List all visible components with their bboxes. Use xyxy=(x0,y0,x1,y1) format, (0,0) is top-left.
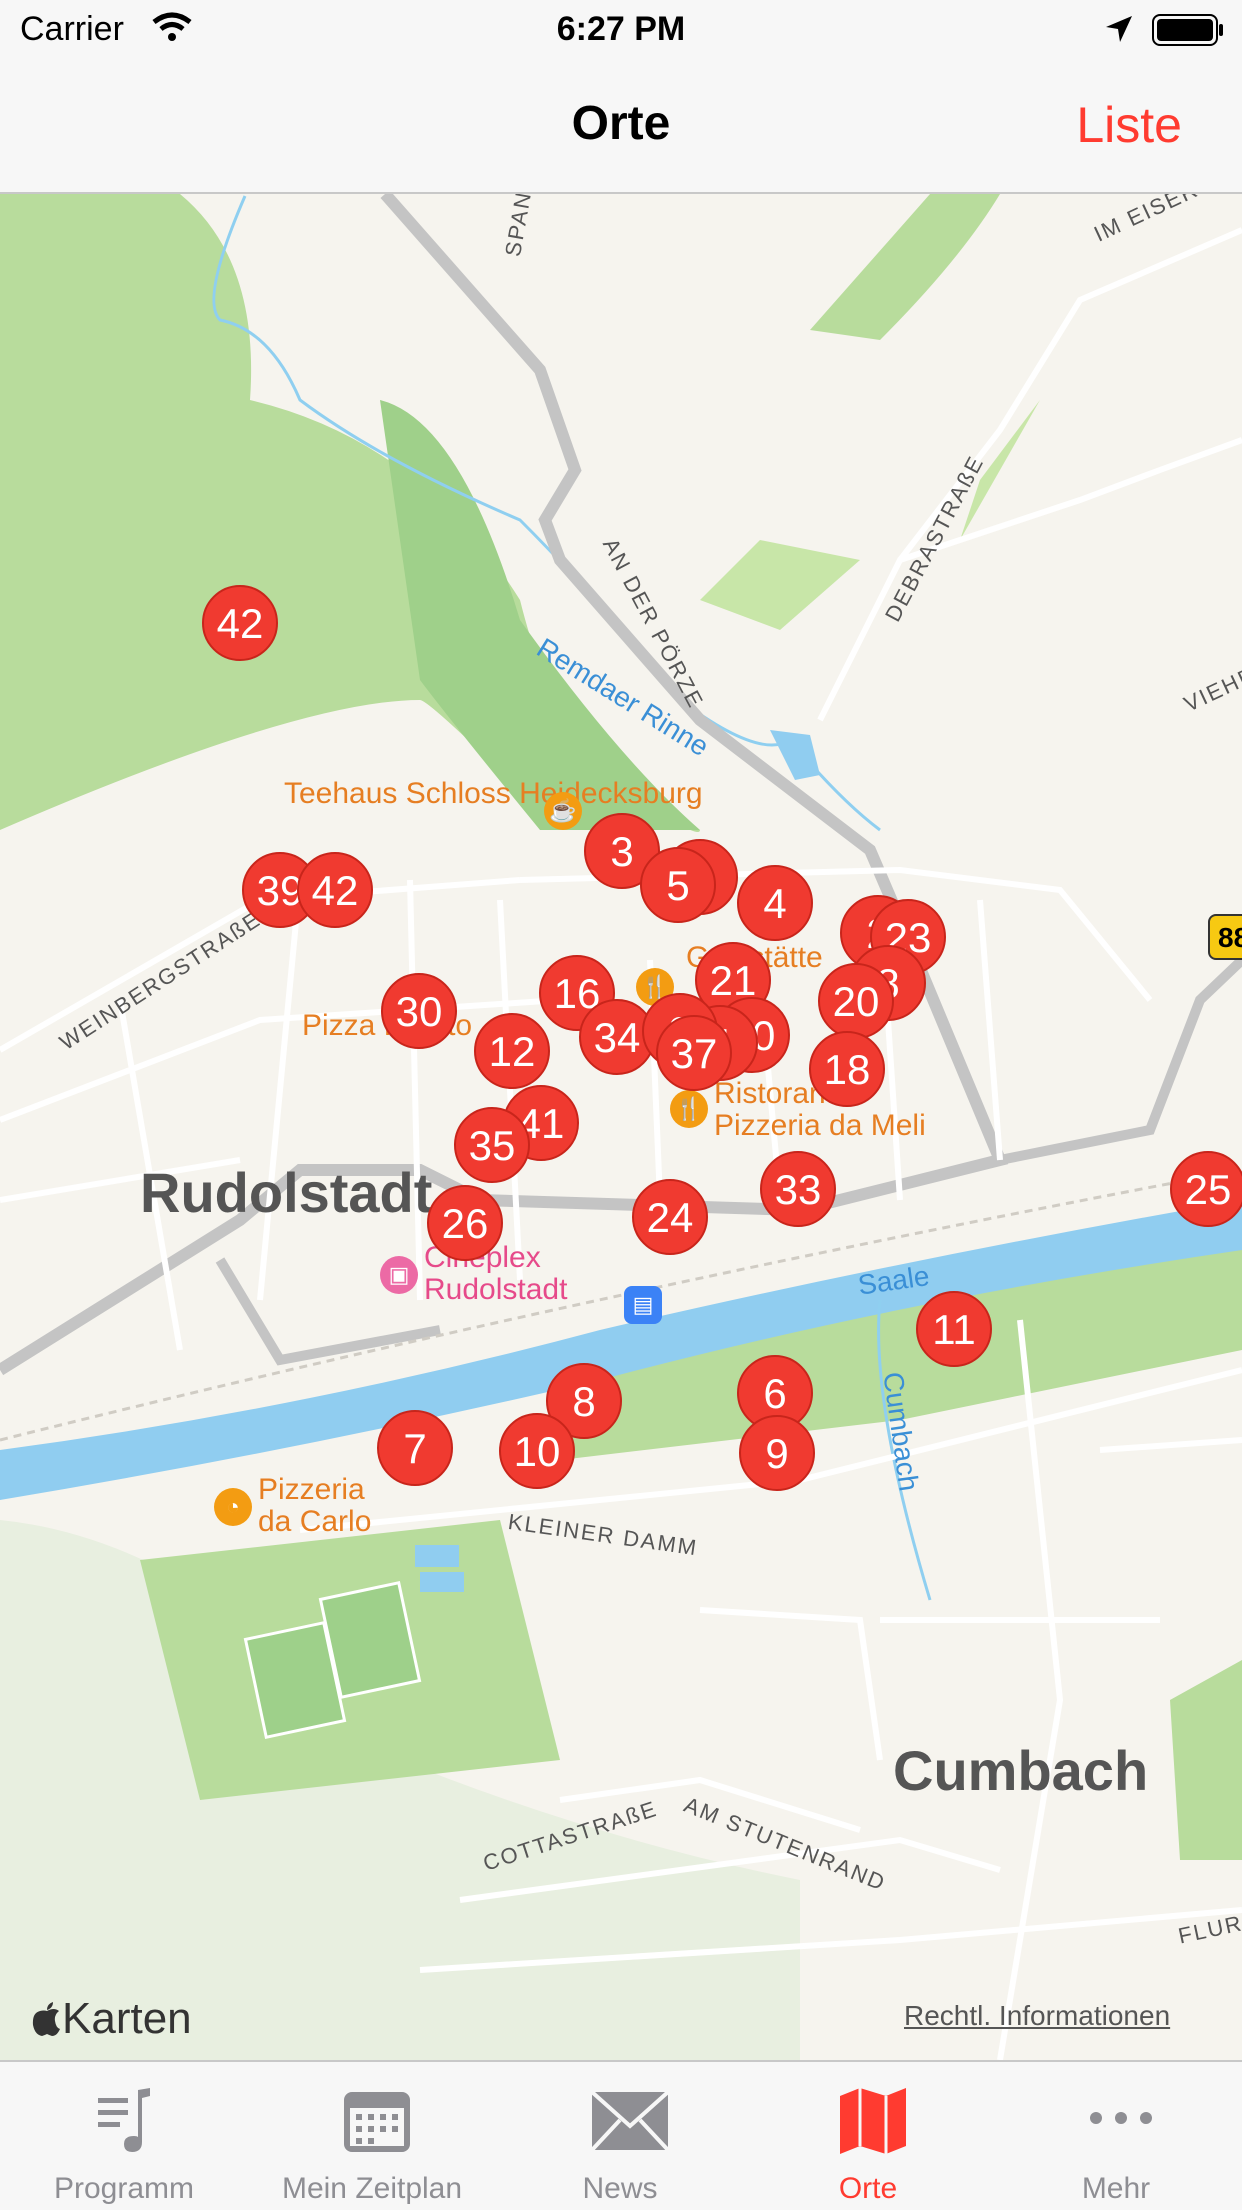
tab-label: Orte xyxy=(838,2172,898,2205)
tab-label: Programm xyxy=(53,2172,195,2205)
tab-orte[interactable]: Orte xyxy=(744,2062,992,2210)
venue-marker[interactable]: 35 xyxy=(454,1107,530,1183)
venue-marker[interactable]: 26 xyxy=(427,1185,503,1261)
venue-marker[interactable]: 20 xyxy=(818,963,894,1039)
tab-mein-zeitplan[interactable]: Mein Zeitplan xyxy=(248,2062,496,2210)
town-label: Cumbach xyxy=(893,1739,1149,1802)
battery-icon xyxy=(1152,14,1223,46)
venue-marker[interactable]: 25 xyxy=(1170,1151,1242,1227)
venue-marker[interactable]: 42 xyxy=(202,585,278,661)
venue-marker[interactable]: 10 xyxy=(499,1413,575,1489)
poi-pizzeria-carlo[interactable]: Pizzeria da Carlo xyxy=(258,1474,388,1538)
envelope-icon xyxy=(590,2090,670,2152)
page-title: Orte xyxy=(571,97,671,150)
map-view[interactable]: IM EISERSTAL SPAN AN DER PÖRZE DEBRASTRA… xyxy=(0,194,1242,2060)
status-bar: Carrier 6:27 PM xyxy=(0,0,1242,60)
train-station-icon[interactable]: ▤ xyxy=(624,1286,662,1324)
tab-mehr[interactable]: Mehr xyxy=(992,2062,1240,2210)
venue-marker[interactable]: 18 xyxy=(809,1031,885,1107)
venue-marker[interactable]: 30 xyxy=(381,973,457,1049)
pizza-icon[interactable]: ◔ xyxy=(214,1488,252,1526)
music-note-icon xyxy=(98,2088,150,2152)
tab-label: Mein Zeitplan xyxy=(281,2172,463,2205)
tab-label: News xyxy=(582,2172,658,2205)
legal-link[interactable]: Rechtl. Informationen xyxy=(904,2000,1170,2032)
tab-programm[interactable]: Programm xyxy=(0,2062,248,2210)
calendar-icon xyxy=(344,2092,410,2152)
venue-marker[interactable]: 37 xyxy=(656,1015,732,1091)
venue-marker[interactable]: 9 xyxy=(739,1415,815,1491)
restaurant-icon[interactable]: 🍴 xyxy=(670,1090,708,1128)
venue-marker[interactable]: 7 xyxy=(377,1410,453,1486)
venue-marker[interactable]: 12 xyxy=(474,1013,550,1089)
ellipsis-icon xyxy=(1090,2112,1152,2124)
maps-attribution: Karten xyxy=(32,1994,192,2044)
clock: 6:27 PM xyxy=(556,10,686,48)
tab-label: Mehr xyxy=(1081,2172,1151,2205)
venue-marker[interactable]: 11 xyxy=(916,1291,992,1367)
maps-label: Karten xyxy=(62,1994,192,2043)
location-arrow-icon xyxy=(1106,16,1132,42)
town-label: Rudolstadt xyxy=(140,1161,433,1224)
venue-marker[interactable]: 4 xyxy=(737,865,813,941)
tab-news[interactable]: News xyxy=(496,2062,744,2210)
coffee-icon[interactable]: ☕ xyxy=(544,792,582,830)
venue-marker[interactable]: 5 xyxy=(640,847,716,923)
apple-logo-icon xyxy=(32,2002,60,2036)
cinema-icon[interactable]: ▣ xyxy=(380,1256,418,1294)
venue-marker[interactable]: 42 xyxy=(297,852,373,928)
tab-bar: Programm Mein Zeitplan News Orte Mehr xyxy=(0,2060,1242,2210)
navigation-bar: Orte Liste xyxy=(0,60,1242,194)
list-button[interactable]: Liste xyxy=(1076,96,1182,154)
venue-marker[interactable]: 24 xyxy=(632,1179,708,1255)
map-icon xyxy=(840,2088,906,2154)
road-shield: 88 xyxy=(1208,914,1242,960)
venue-marker[interactable]: 33 xyxy=(760,1151,836,1227)
